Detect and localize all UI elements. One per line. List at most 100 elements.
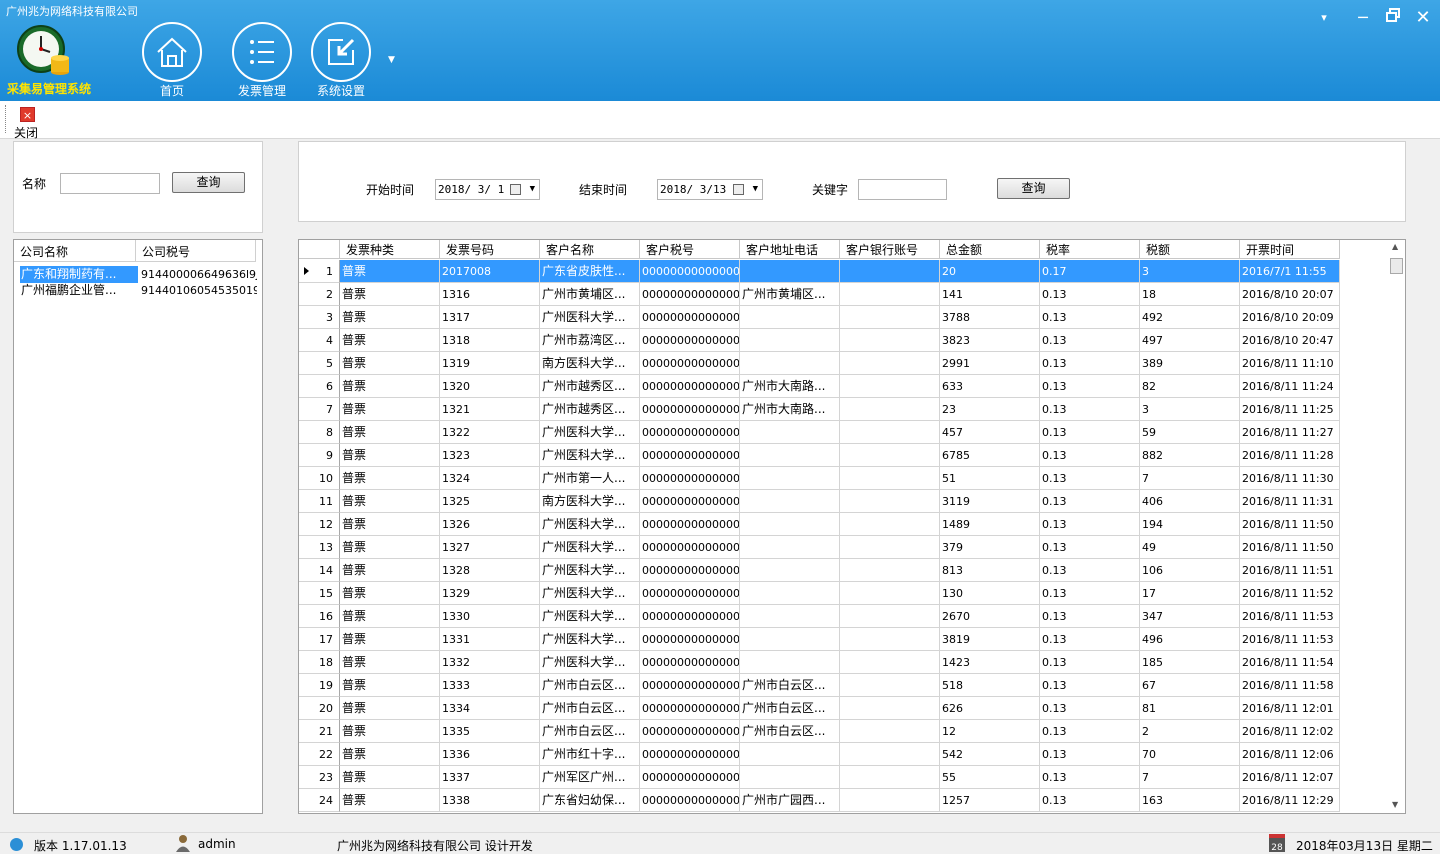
cell-invoice-number[interactable]: 1329 <box>440 582 540 605</box>
table-row[interactable]: 20 普票 1334 广州市白云区... 000000000000000 广州市白云区..… <box>299 697 1340 720</box>
table-row[interactable]: 17 普票 1331 广州医科大学... 000000000000000 3819 0.13… <box>299 628 1340 651</box>
cell-issue-time[interactable]: 2016/8/10 20:09 <box>1240 306 1340 329</box>
cell-customer-name[interactable]: 广州市白云区... <box>540 674 640 697</box>
invoice-query-button[interactable]: 查询 <box>997 178 1070 199</box>
cell-tax-amount[interactable]: 81 <box>1140 697 1240 720</box>
cell-issue-time[interactable]: 2016/8/11 11:50 <box>1240 513 1340 536</box>
cell-total-amount[interactable]: 3119 <box>940 490 1040 513</box>
cell-customer-bank-account[interactable] <box>840 467 940 490</box>
table-row[interactable]: 7 普票 1321 广州市越秀区... 000000000000000 广州市大南路...… <box>299 398 1340 421</box>
cell-total-amount[interactable]: 141 <box>940 283 1040 306</box>
cell-customer-bank-account[interactable] <box>840 720 940 743</box>
cell-customer-name[interactable]: 广州市红十字... <box>540 743 640 766</box>
cell-customer-address-phone[interactable] <box>740 490 840 513</box>
cell-invoice-type[interactable]: 普票 <box>340 398 440 421</box>
cell-invoice-number[interactable]: 1336 <box>440 743 540 766</box>
cell-tax-rate[interactable]: 0.13 <box>1040 513 1140 536</box>
cell-tax-rate[interactable]: 0.13 <box>1040 559 1140 582</box>
cell-total-amount[interactable]: 542 <box>940 743 1040 766</box>
cell-invoice-number[interactable]: 1321 <box>440 398 540 421</box>
cell-invoice-type[interactable]: 普票 <box>340 605 440 628</box>
cell-customer-tax-id[interactable]: 000000000000000 <box>640 306 740 329</box>
cell-customer-address-phone[interactable] <box>740 306 840 329</box>
cell-customer-bank-account[interactable] <box>840 697 940 720</box>
column-header-customer-bank-account[interactable]: 客户银行账号 <box>840 240 940 259</box>
cell-tax-rate[interactable]: 0.17 <box>1040 260 1140 283</box>
cell-invoice-number[interactable]: 1323 <box>440 444 540 467</box>
row-number[interactable]: 23 <box>299 766 340 789</box>
table-row[interactable]: 18 普票 1332 广州医科大学... 000000000000000 1423 0.13… <box>299 651 1340 674</box>
row-number[interactable]: 8 <box>299 421 340 444</box>
cell-customer-name[interactable]: 广州医科大学... <box>540 536 640 559</box>
cell-customer-tax-id[interactable]: 000000000000000 <box>640 789 740 812</box>
table-row[interactable]: 19 普票 1333 广州市白云区... 000000000000000 广州市白云区..… <box>299 674 1340 697</box>
cell-issue-time[interactable]: 2016/8/11 11:54 <box>1240 651 1340 674</box>
cell-issue-time[interactable]: 2016/8/11 11:31 <box>1240 490 1340 513</box>
cell-customer-name[interactable]: 广州医科大学... <box>540 582 640 605</box>
cell-total-amount[interactable]: 626 <box>940 697 1040 720</box>
row-number[interactable]: 3 <box>299 306 340 329</box>
end-date-picker[interactable]: 2018/ 3/13 ▼ <box>657 179 763 200</box>
column-header-tax-id[interactable]: 公司税号 <box>136 240 256 262</box>
cell-customer-name[interactable]: 广州市荔湾区... <box>540 329 640 352</box>
nav-invoice-button[interactable]: 发票管理 <box>222 22 302 100</box>
cell-invoice-number[interactable]: 1318 <box>440 329 540 352</box>
column-header-total-amount[interactable]: 总金额 <box>940 240 1040 259</box>
cell-invoice-type[interactable]: 普票 <box>340 674 440 697</box>
cell-invoice-number[interactable]: 1334 <box>440 697 540 720</box>
cell-invoice-type[interactable]: 普票 <box>340 536 440 559</box>
cell-total-amount[interactable]: 3788 <box>940 306 1040 329</box>
cell-issue-time[interactable]: 2016/8/11 11:50 <box>1240 536 1340 559</box>
cell-tax-amount[interactable]: 347 <box>1140 605 1240 628</box>
close-window-icon[interactable]: ✕ <box>1412 8 1434 28</box>
row-number[interactable]: 18 <box>299 651 340 674</box>
cell-invoice-type[interactable]: 普票 <box>340 444 440 467</box>
cell-tax-rate[interactable]: 0.13 <box>1040 536 1140 559</box>
cell-customer-address-phone[interactable] <box>740 352 840 375</box>
cell-customer-tax-id[interactable]: 000000000000000 <box>640 628 740 651</box>
cell-customer-tax-id[interactable]: 000000000000000 <box>640 582 740 605</box>
cell-tax-amount[interactable]: 3 <box>1140 398 1240 421</box>
company-query-button[interactable]: 查询 <box>172 172 245 193</box>
cell-customer-bank-account[interactable] <box>840 674 940 697</box>
cell-invoice-number[interactable]: 1337 <box>440 766 540 789</box>
cell-issue-time[interactable]: 2016/8/11 11:53 <box>1240 605 1340 628</box>
cell-customer-name[interactable]: 广州市黄埔区... <box>540 283 640 306</box>
table-row[interactable]: 24 普票 1338 广东省妇幼保... 000000000000000 广州市广园西..… <box>299 789 1340 812</box>
table-row[interactable]: 10 普票 1324 广州市第一人... 000000000000000 51 0.13 7 2… <box>299 467 1340 490</box>
row-number[interactable]: 6 <box>299 375 340 398</box>
cell-customer-name[interactable]: 广州市白云区... <box>540 697 640 720</box>
cell-total-amount[interactable]: 379 <box>940 536 1040 559</box>
cell-customer-address-phone[interactable] <box>740 467 840 490</box>
column-header-invoice-number[interactable]: 发票号码 <box>440 240 540 259</box>
cell-issue-time[interactable]: 2016/8/11 11:58 <box>1240 674 1340 697</box>
cell-customer-name[interactable]: 广州医科大学... <box>540 444 640 467</box>
column-header-issue-time[interactable]: 开票时间 <box>1240 240 1340 259</box>
table-row[interactable]: 15 普票 1329 广州医科大学... 000000000000000 130 0.13 1… <box>299 582 1340 605</box>
cell-invoice-number[interactable]: 1316 <box>440 283 540 306</box>
cell-issue-time[interactable]: 2016/8/11 11:28 <box>1240 444 1340 467</box>
cell-customer-tax-id[interactable]: 000000000000000 <box>640 283 740 306</box>
cell-issue-time[interactable]: 2016/8/11 11:30 <box>1240 467 1340 490</box>
table-row[interactable]: 9 普票 1323 广州医科大学... 000000000000000 6785 0.13 8… <box>299 444 1340 467</box>
cell-customer-name[interactable]: 广州军区广州... <box>540 766 640 789</box>
table-row[interactable]: 2 普票 1316 广州市黄埔区... 000000000000000 广州市黄埔区...… <box>299 283 1340 306</box>
cell-customer-address-phone[interactable]: 广州市大南路... <box>740 398 840 421</box>
cell-customer-bank-account[interactable] <box>840 582 940 605</box>
cell-total-amount[interactable]: 6785 <box>940 444 1040 467</box>
cell-tax-amount[interactable]: 2 <box>1140 720 1240 743</box>
cell-total-amount[interactable]: 51 <box>940 467 1040 490</box>
table-row[interactable]: 3 普票 1317 广州医科大学... 000000000000000 3788 0.13 4… <box>299 306 1340 329</box>
cell-customer-address-phone[interactable] <box>740 559 840 582</box>
cell-tax-amount[interactable]: 7 <box>1140 766 1240 789</box>
cell-invoice-type[interactable]: 普票 <box>340 559 440 582</box>
minimize-icon[interactable]: ─ <box>1352 8 1374 28</box>
cell-customer-tax-id[interactable]: 000000000000000 <box>640 674 740 697</box>
table-row[interactable]: 11 普票 1325 南方医科大学... 000000000000000 3119 0.13… <box>299 490 1340 513</box>
column-header-invoice-type[interactable]: 发票种类 <box>340 240 440 259</box>
cell-tax-rate[interactable]: 0.13 <box>1040 789 1140 812</box>
column-header-customer-address-phone[interactable]: 客户地址电话 <box>740 240 840 259</box>
cell-tax-rate[interactable]: 0.13 <box>1040 582 1140 605</box>
cell-customer-name[interactable]: 南方医科大学... <box>540 490 640 513</box>
row-number[interactable]: 11 <box>299 490 340 513</box>
